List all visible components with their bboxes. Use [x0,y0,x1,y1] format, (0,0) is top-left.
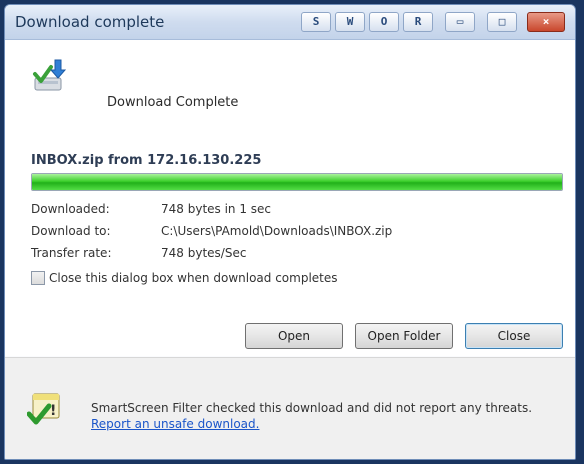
titlebar-o-button[interactable]: O [369,12,399,32]
titlebar-s-button[interactable]: S [301,12,331,32]
download-complete-icon [33,59,67,91]
open-folder-button[interactable]: Open Folder [355,323,453,349]
downloaded-value: 748 bytes in 1 sec [161,202,272,216]
open-button[interactable]: Open [245,323,343,349]
title-bar[interactable]: Download complete S W O R ▭ □ × [5,5,575,40]
progress-bar [31,173,563,191]
smartscreen-footer: ! SmartScreen Filter checked this downlo… [5,357,575,459]
download-complete-heading: Download Complete [107,95,239,110]
titlebar-r-button[interactable]: R [403,12,433,32]
download-complete-dialog: Download complete S W O R ▭ □ × Download… [4,4,576,460]
close-on-complete-checkbox[interactable] [31,271,45,285]
window-title: Download complete [15,13,165,31]
report-unsafe-download-link[interactable]: Report an unsafe download. [91,417,259,431]
smartscreen-text: SmartScreen Filter checked this download… [91,401,533,415]
close-button[interactable]: Close [465,323,563,349]
progress-fill [32,174,562,190]
maximize-button[interactable]: □ [487,12,517,32]
smartscreen-shield-icon: ! [27,393,60,425]
download-to-label: Download to: [31,224,111,238]
transfer-rate-label: Transfer rate: [31,246,112,260]
window-close-button[interactable]: × [527,12,565,32]
close-on-complete-label[interactable]: Close this dialog box when download comp… [49,271,338,285]
titlebar-w-button[interactable]: W [335,12,365,32]
download-to-value: C:\Users\PAmold\Downloads\INBOX.zip [161,224,393,238]
transfer-rate-value: 748 bytes/Sec [161,246,247,260]
downloaded-label: Downloaded: [31,202,110,216]
dialog-content: Download Complete INBOX.zip from 172.16.… [5,40,575,356]
file-source-line: INBOX.zip from 172.16.130.225 [31,153,262,168]
smartscreen-message: SmartScreen Filter checked this download… [91,400,541,432]
minimize-button[interactable]: ▭ [445,12,475,32]
